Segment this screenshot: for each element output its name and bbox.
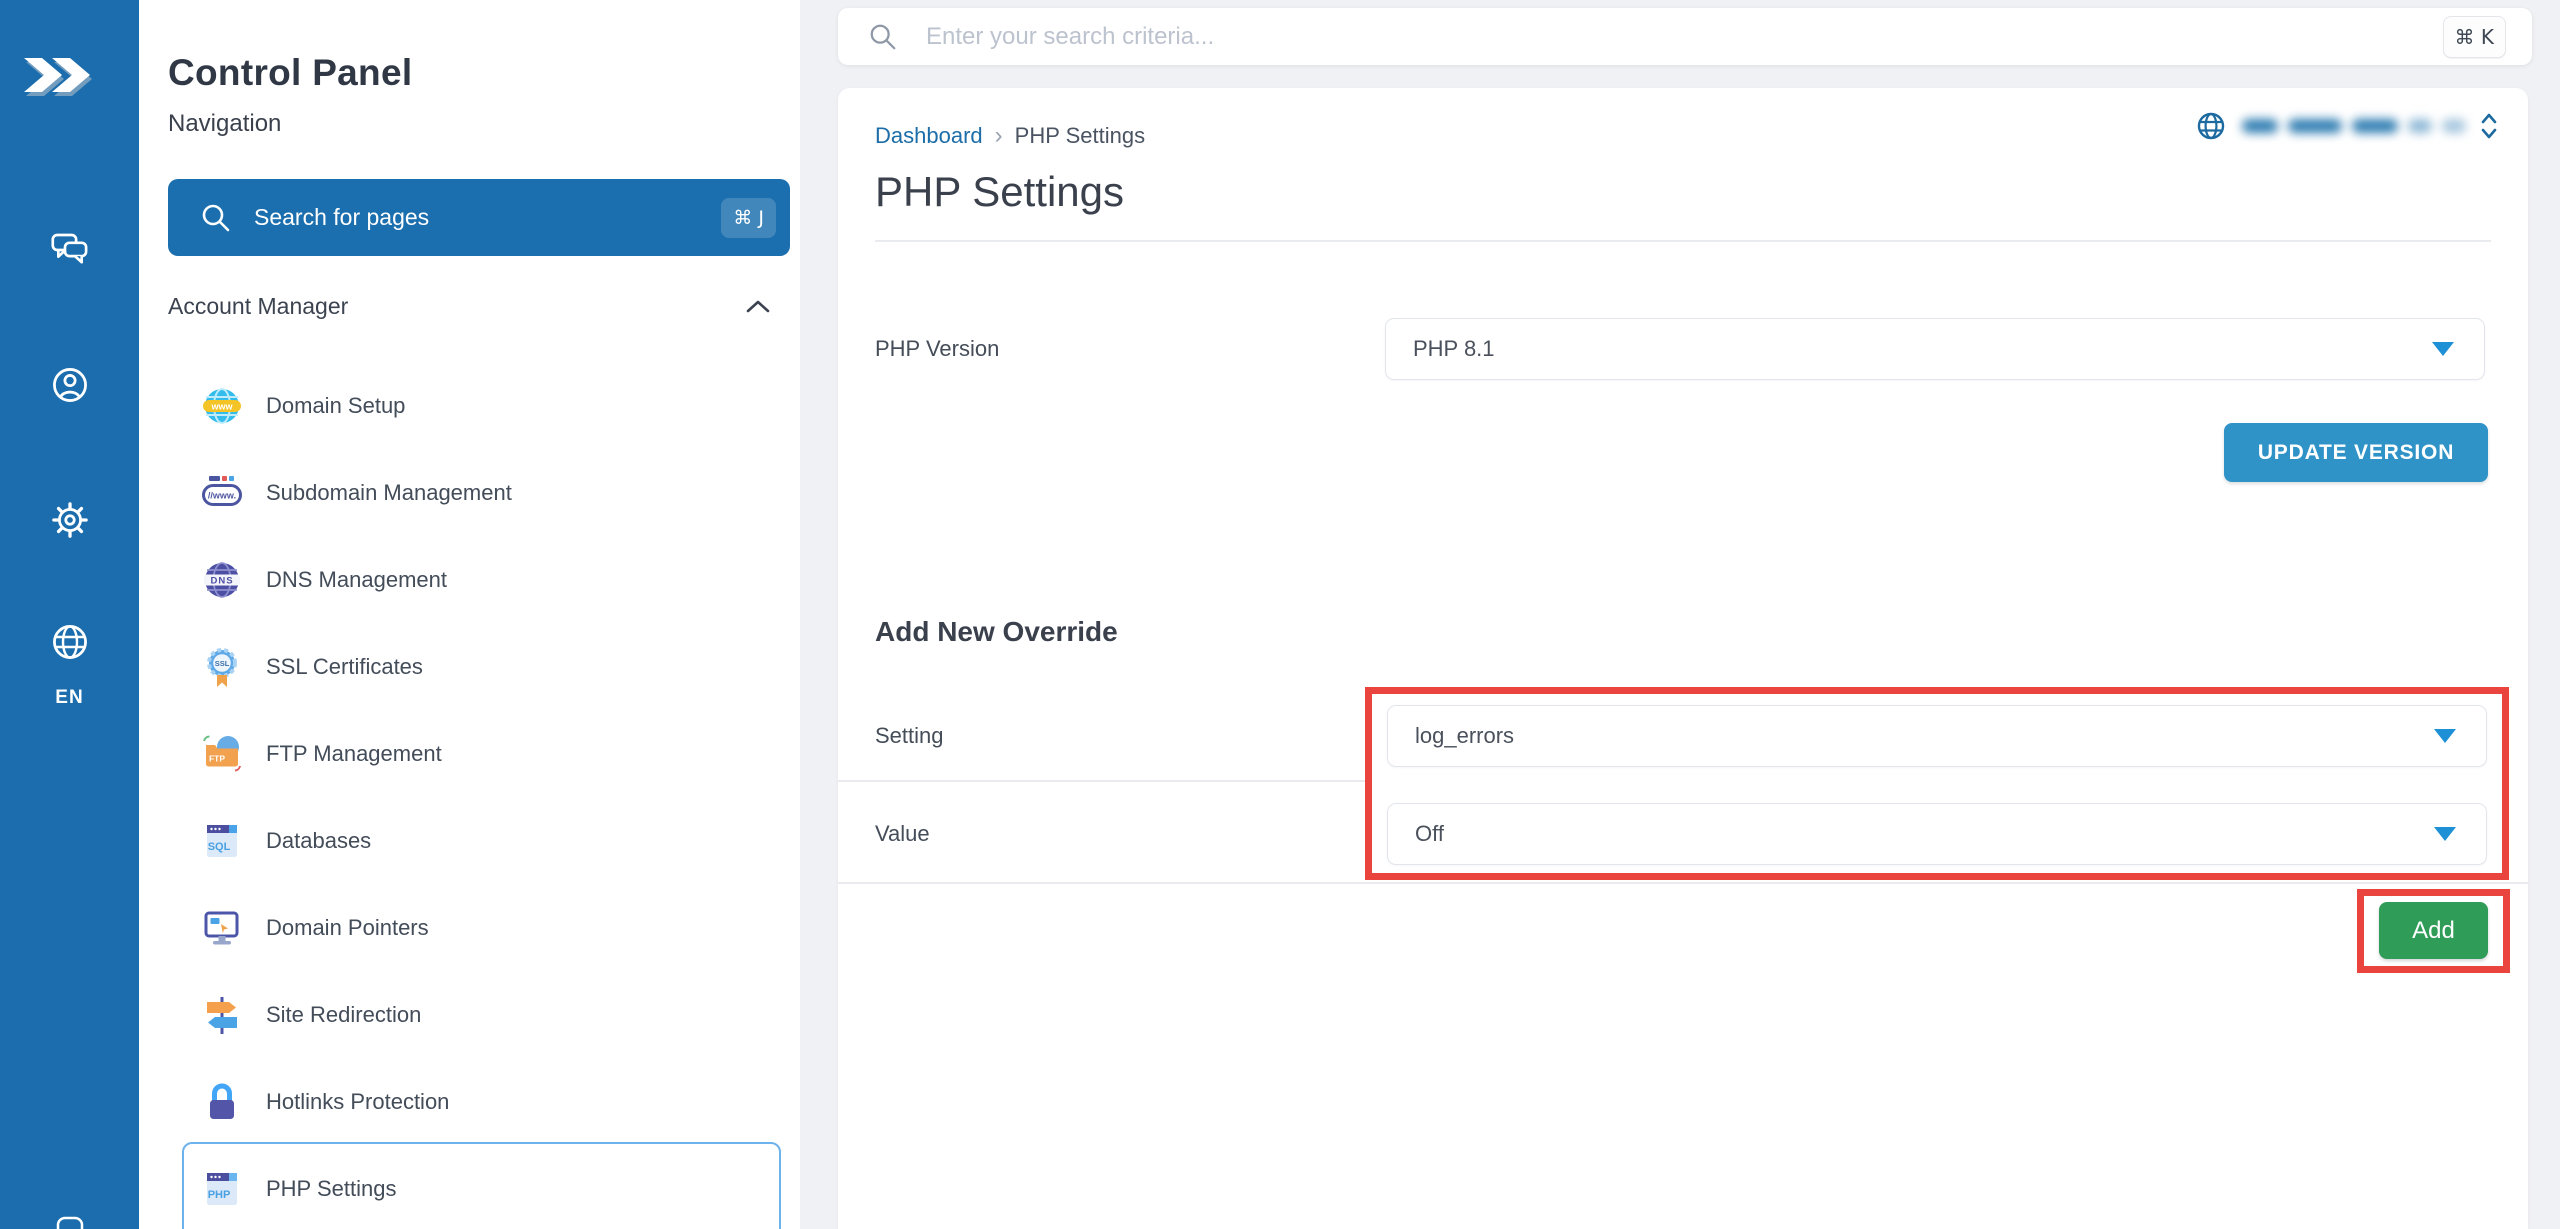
- value-value: Off: [1415, 821, 2434, 847]
- svg-text:SSL: SSL: [215, 659, 230, 668]
- sidebar-title: Control Panel: [168, 52, 412, 94]
- sidebar-item-label: PHP Settings: [266, 1176, 396, 1202]
- site-redirection-icon: [200, 993, 244, 1037]
- sidebar-search-button[interactable]: Search for pages ⌘ J: [168, 179, 790, 256]
- language-label[interactable]: EN: [0, 687, 139, 709]
- ftp-icon: FTP: [200, 732, 244, 776]
- breadcrumb-separator: ›: [995, 122, 1003, 150]
- row-divider: [838, 882, 2528, 884]
- search-icon: [868, 22, 898, 52]
- chevron-down-icon: [2432, 342, 2454, 356]
- breadcrumb-current: PHP Settings: [1015, 123, 1145, 149]
- value-dropdown[interactable]: Off: [1387, 803, 2487, 865]
- sidebar-item-label: DNS Management: [266, 567, 447, 593]
- sidebar-item-label: FTP Management: [266, 741, 442, 767]
- section-label: Account Manager: [168, 293, 348, 320]
- sidebar-item-php-settings[interactable]: PHP PHP Settings: [139, 1145, 800, 1229]
- sidebar-item-label: Site Redirection: [266, 1002, 421, 1028]
- sidebar-item-label: Domain Pointers: [266, 915, 429, 941]
- setting-label: Setting: [875, 723, 944, 749]
- sidebar-item-label: Hotlinks Protection: [266, 1089, 449, 1115]
- row-divider: [838, 780, 1365, 782]
- override-heading: Add New Override: [875, 616, 1118, 648]
- main-area: ⌘ K Dashboard › PHP Settings: [800, 0, 2560, 1229]
- value-label: Value: [875, 821, 930, 847]
- chat-icon[interactable]: [50, 230, 90, 270]
- user-icon[interactable]: [50, 365, 90, 405]
- php-version-dropdown[interactable]: PHP 8.1: [1385, 318, 2485, 380]
- gear-icon[interactable]: [50, 500, 90, 540]
- chevron-up-icon: [745, 299, 771, 314]
- breadcrumb: Dashboard › PHP Settings: [875, 122, 1145, 150]
- sidebar-nav-list: www Domain Setup //www. Subdomain Manage…: [139, 362, 800, 1229]
- account-switcher[interactable]: [2196, 110, 2498, 142]
- ssl-icon: SSL: [200, 645, 244, 689]
- domain-pointers-icon: [200, 906, 244, 950]
- svg-text:SQL: SQL: [208, 841, 231, 853]
- sidebar-subtitle: Navigation: [168, 110, 281, 138]
- search-icon: [200, 202, 232, 234]
- php-settings-icon: PHP: [200, 1167, 244, 1211]
- globe-icon[interactable]: [50, 622, 90, 662]
- sidebar-item-subdomain-management[interactable]: //www. Subdomain Management: [139, 449, 800, 536]
- directadmin-logo[interactable]: [18, 42, 118, 112]
- svg-text:PHP: PHP: [208, 1189, 231, 1201]
- subdomain-icon: //www.: [200, 471, 244, 515]
- sidebar-item-ssl-certificates[interactable]: SSL SSL Certificates: [139, 623, 800, 710]
- dns-icon: DNS: [200, 558, 244, 602]
- shortcut-badge-j: ⌘ J: [721, 198, 776, 238]
- chevron-down-icon: [2434, 827, 2456, 841]
- add-button[interactable]: Add: [2379, 902, 2488, 959]
- title-divider: [875, 240, 2491, 242]
- sidebar-item-label: Domain Setup: [266, 393, 405, 419]
- sidebar-item-hotlinks-protection[interactable]: Hotlinks Protection: [139, 1058, 800, 1145]
- global-search-bar: ⌘ K: [838, 8, 2532, 65]
- sidebar-item-domain-pointers[interactable]: Domain Pointers: [139, 884, 800, 971]
- sidebar-item-label: Subdomain Management: [266, 480, 512, 506]
- sidebar-item-dns-management[interactable]: DNS DNS Management: [139, 536, 800, 623]
- php-version-label: PHP Version: [875, 336, 999, 362]
- chevron-down-icon: [2434, 729, 2456, 743]
- setting-value: log_errors: [1415, 723, 2434, 749]
- sidebar: Control Panel Navigation Search for page…: [139, 0, 800, 1229]
- svg-text:FTP: FTP: [209, 753, 225, 763]
- hotlinks-icon: [200, 1080, 244, 1124]
- domain-setup-icon: www: [200, 384, 244, 428]
- sidebar-item-label: SSL Certificates: [266, 654, 423, 680]
- content-card: Dashboard › PHP Settings: [838, 88, 2528, 1229]
- left-rail: EN: [0, 0, 139, 1229]
- sidebar-item-site-redirection[interactable]: Site Redirection: [139, 971, 800, 1058]
- update-version-button[interactable]: UPDATE VERSION: [2224, 423, 2488, 482]
- redacted-account-name: [2242, 119, 2466, 133]
- sidebar-item-ftp-management[interactable]: FTP FTP Management: [139, 710, 800, 797]
- breadcrumb-dashboard-link[interactable]: Dashboard: [875, 123, 983, 149]
- select-chevrons-icon: [2480, 110, 2498, 142]
- control-panel-app: EN Control Panel Navigation Search for p…: [0, 0, 2560, 1229]
- bottom-rail-icon[interactable]: [56, 1216, 84, 1229]
- globe-icon: [2196, 111, 2226, 141]
- shortcut-badge-k: ⌘ K: [2443, 16, 2506, 58]
- global-search-input[interactable]: [926, 23, 2443, 51]
- section-account-manager[interactable]: Account Manager: [168, 293, 771, 320]
- svg-text://www.: //www.: [208, 490, 236, 500]
- sidebar-search-label: Search for pages: [254, 204, 721, 231]
- sidebar-item-databases[interactable]: SQL Databases: [139, 797, 800, 884]
- page-title: PHP Settings: [875, 168, 1124, 216]
- sidebar-item-domain-setup[interactable]: www Domain Setup: [139, 362, 800, 449]
- php-version-value: PHP 8.1: [1413, 336, 2432, 362]
- setting-dropdown[interactable]: log_errors: [1387, 705, 2487, 767]
- databases-icon: SQL: [200, 819, 244, 863]
- sidebar-item-label: Databases: [266, 828, 371, 854]
- svg-text:www: www: [210, 401, 233, 411]
- svg-text:DNS: DNS: [210, 575, 233, 586]
